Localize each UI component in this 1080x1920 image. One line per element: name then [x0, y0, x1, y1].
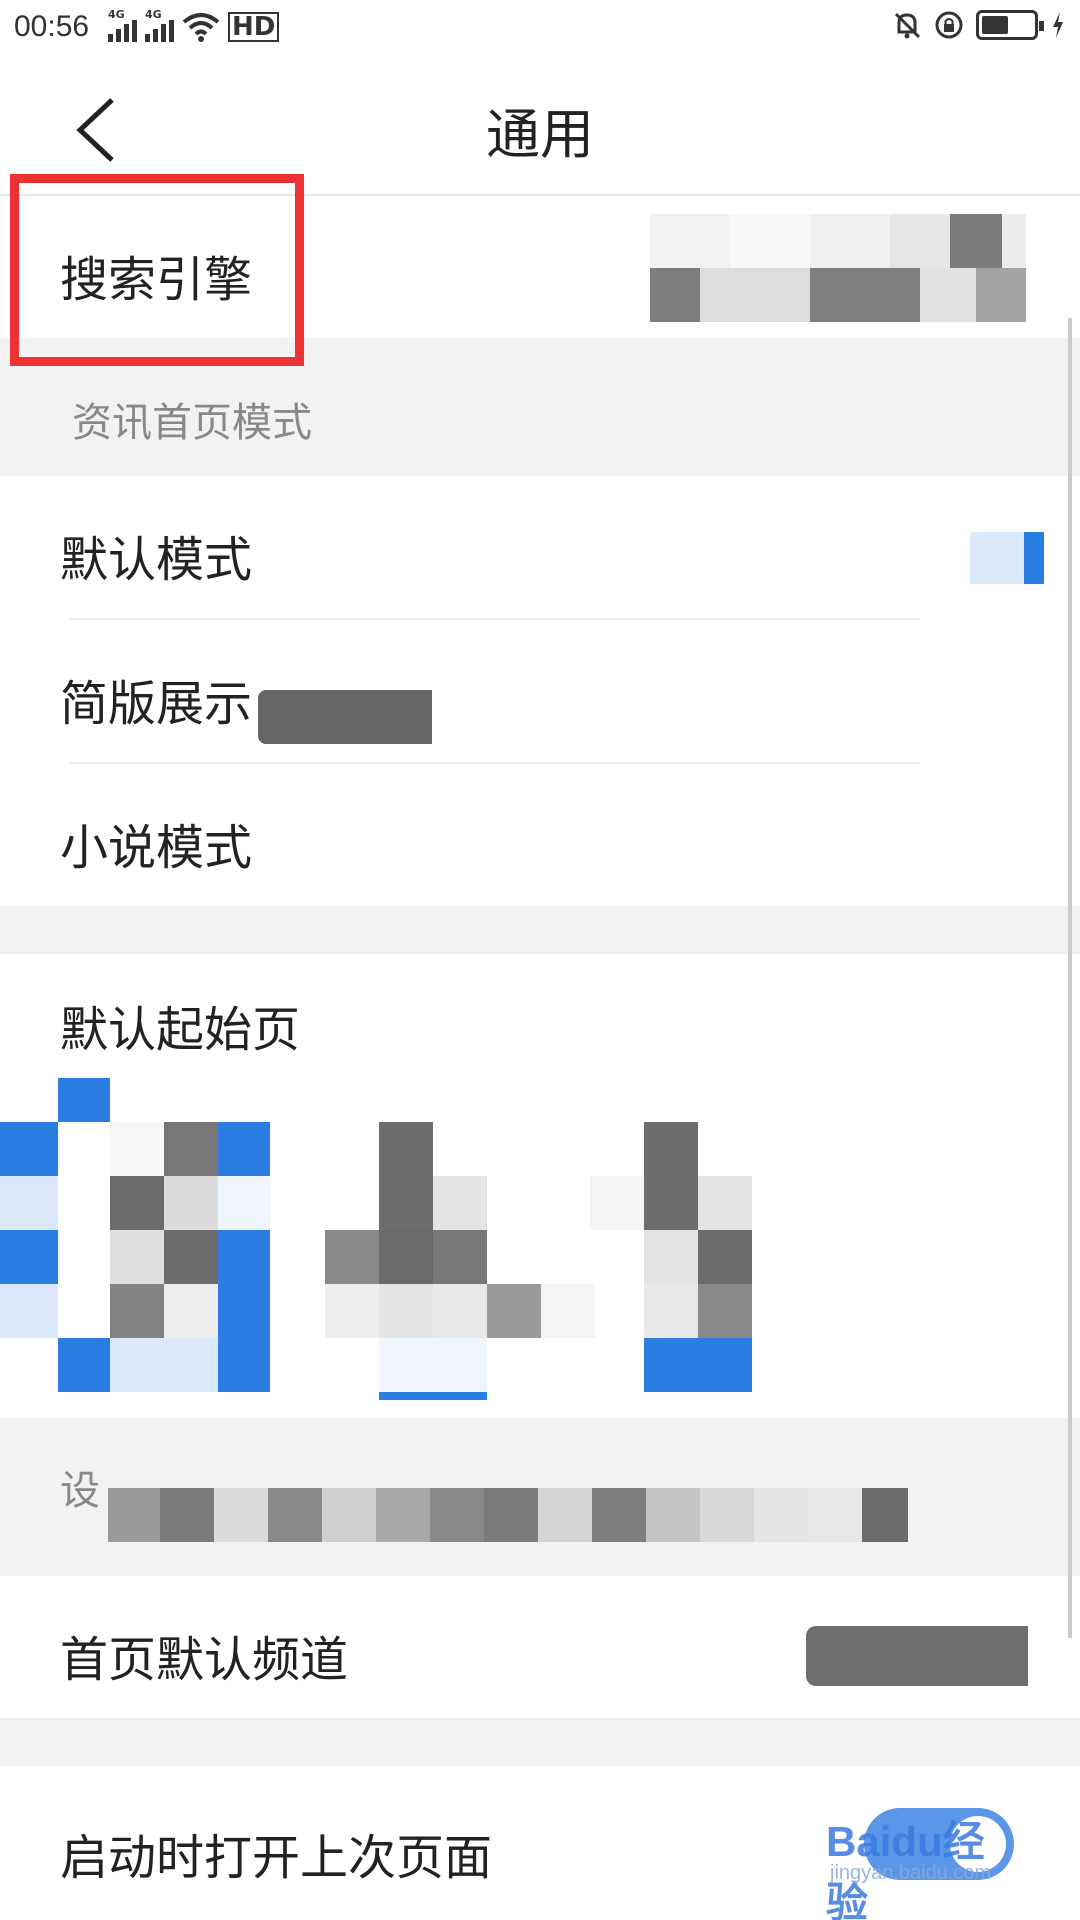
- default-start-page-label: 默认起始页: [60, 1002, 301, 1058]
- blurred-value: [806, 1626, 1028, 1686]
- section-label: 设: [60, 1468, 100, 1514]
- selected-indicator: [970, 532, 1044, 584]
- signal-icon: 4G: [145, 8, 174, 42]
- status-bar: 00:56 4G 4G HD: [0, 0, 1080, 60]
- simple-display-label: 简版展示: [60, 676, 253, 732]
- default-start-page-row[interactable]: 默认起始页: [0, 954, 1080, 1418]
- status-time: 00:56: [14, 10, 90, 43]
- wifi-icon: [182, 13, 220, 42]
- status-right-icons: [892, 10, 1066, 40]
- default-mode-label: 默认模式: [60, 532, 253, 588]
- default-mode-row[interactable]: 默认模式: [0, 476, 1080, 618]
- blurred-thumbnail: [590, 1122, 760, 1400]
- page-title: 通用: [486, 103, 594, 166]
- mute-bell-icon: [894, 12, 921, 39]
- scroll-indicator: [1068, 318, 1072, 1638]
- open-last-page-label: 启动时打开上次页面: [60, 1830, 493, 1886]
- baidu-watermark: Baidu经验 jingyan.baidu.com: [826, 1808, 1026, 1920]
- novel-mode-row[interactable]: 小说模式: [0, 764, 1080, 906]
- signal-icon: 4G: [108, 8, 137, 42]
- watermark-sub: jingyan.baidu.com: [830, 1862, 992, 1884]
- highlight-annotation: [10, 174, 304, 366]
- section-label: 资讯首页模式: [72, 400, 312, 446]
- section-gap: [0, 906, 1080, 954]
- blurred-description: [108, 1488, 908, 1542]
- novel-mode-label: 小说模式: [60, 820, 253, 876]
- rotation-lock-icon: [935, 11, 963, 39]
- battery-icon: [976, 10, 1044, 40]
- blurred-value: [650, 214, 1026, 322]
- blurred-section: 设: [0, 1418, 1080, 1576]
- hd-icon: HD: [228, 12, 280, 42]
- blurred-tag: [258, 690, 432, 744]
- home-default-channel-label: 首页默认频道: [60, 1632, 349, 1688]
- section-gap: [0, 1718, 1080, 1766]
- simple-display-row[interactable]: 简版展示: [0, 620, 1080, 762]
- status-left-icons: 4G 4G HD: [108, 8, 280, 42]
- home-default-channel-row[interactable]: 首页默认频道: [0, 1576, 1080, 1718]
- charging-icon: [1053, 12, 1063, 38]
- blurred-thumbnail: [325, 1122, 595, 1400]
- blurred-thumbnail: [0, 1078, 270, 1400]
